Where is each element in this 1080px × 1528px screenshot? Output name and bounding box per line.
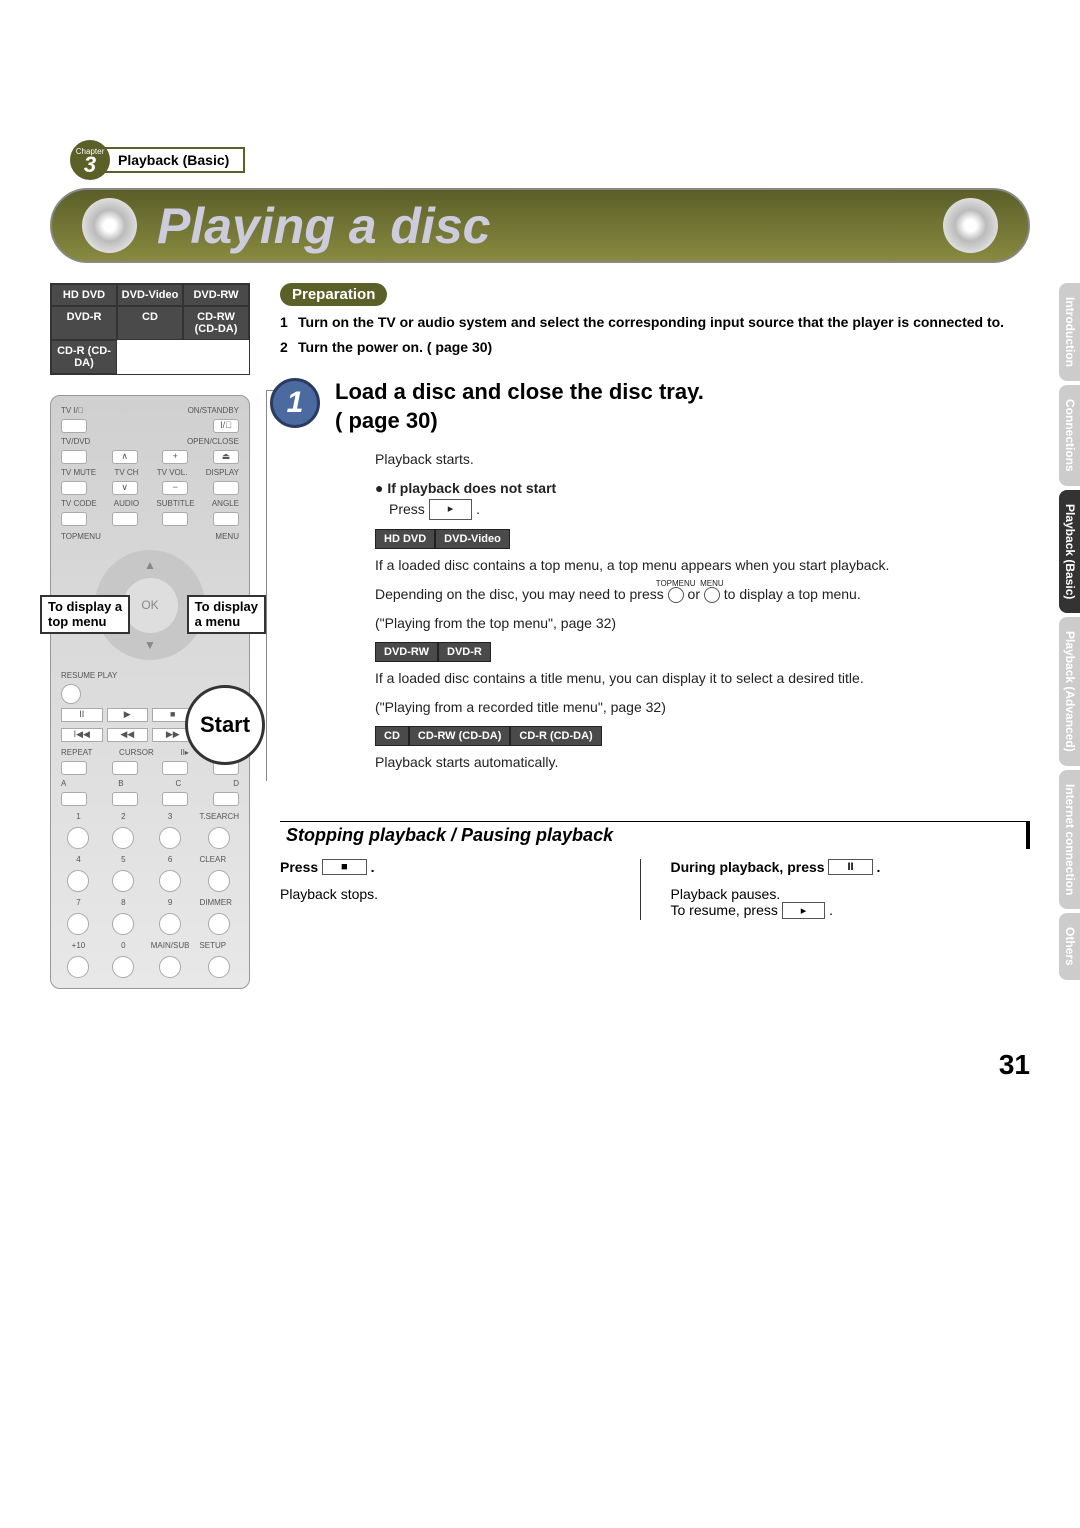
- power-icon: I/󰀁: [213, 419, 239, 433]
- block-a-p1: If a loaded disc contains a top menu, a …: [375, 555, 1030, 576]
- step-1: 1 Load a disc and close the disc tray. (…: [280, 378, 1030, 781]
- block-a-p3: ("Playing from the top menu", page 32): [375, 613, 1030, 634]
- disc-type-dvdvideo: DVD-Video: [117, 284, 183, 306]
- stop-body: Playback stops.: [280, 886, 630, 902]
- pause-head: During playback, press II .: [671, 859, 1021, 876]
- rew-icon: ◀◀: [107, 728, 149, 742]
- disc-icon: [943, 198, 998, 253]
- callout-start: Start: [185, 685, 265, 765]
- eject-icon: ⏏: [213, 450, 239, 464]
- pause-icon: II: [61, 708, 103, 722]
- block-b-p2: ("Playing from a recorded title menu", p…: [375, 697, 1030, 718]
- play-key-icon: ▸: [782, 902, 826, 919]
- step-title: Load a disc and close the disc tray. ( p…: [335, 378, 1030, 435]
- stop-key-icon: ■: [322, 859, 367, 875]
- page-title: Playing a disc: [157, 197, 490, 255]
- ok-button: OK: [123, 578, 178, 633]
- if-not-start-text: Press ▸ .: [375, 499, 1030, 521]
- tab-playback-advanced: Playback (Advanced): [1059, 617, 1080, 766]
- stop-pause-heading: Stopping playback / Pausing playback: [280, 821, 1030, 849]
- disc-type-cdrw: CD-RW (CD-DA): [183, 306, 249, 340]
- supported-disc-grid: HD DVD DVD-Video DVD-RW DVD-R CD CD-RW (…: [50, 283, 250, 375]
- prep-item-2: Turn the power on. ( page 30): [298, 337, 492, 358]
- chapter-ribbon: Chapter 3 Playback (Basic): [70, 140, 1030, 180]
- play-icon: ▶: [107, 708, 149, 722]
- side-tabs: Introduction Connections Playback (Basic…: [1059, 283, 1080, 980]
- disc-type-dvdr: DVD-R: [51, 306, 117, 340]
- tab-introduction: Introduction: [1059, 283, 1080, 381]
- remote-diagram: TV I/󰀁ON/STANDBY I/󰀁 TV/DVDOPEN/CLOSE ∧+…: [50, 395, 250, 989]
- stop-pause-section: Press ■ . Playback stops. During playbac…: [280, 859, 1030, 920]
- block-b-p1: If a loaded disc contains a title menu, …: [375, 668, 1030, 689]
- chapter-number-badge: Chapter 3: [70, 140, 110, 180]
- page-number: 31: [50, 1049, 1030, 1081]
- tab-playback-basic: Playback (Basic): [1059, 490, 1080, 613]
- pause-body1: Playback pauses.: [671, 886, 1021, 902]
- disc-type-hddvd: HD DVD: [51, 284, 117, 306]
- menu-button-icon: [704, 587, 720, 603]
- preparation-list: 1Turn on the TV or audio system and sele…: [280, 312, 1030, 358]
- tab-others: Others: [1059, 913, 1080, 980]
- prev-icon: I◀◀: [61, 728, 103, 742]
- disc-type-cdr: CD-R (CD-DA): [51, 340, 117, 374]
- page-title-bar: Playing a disc: [50, 188, 1030, 263]
- pause-key-icon: II: [828, 859, 872, 875]
- format-tags-a: HD DVD DVD-Video: [375, 529, 1030, 549]
- playback-starts-text: Playback starts.: [375, 449, 1030, 470]
- format-tags-b: DVD-RW DVD-R: [375, 642, 1030, 662]
- disc-type-dvdrw: DVD-RW: [183, 284, 249, 306]
- pause-body2: To resume, press ▸ .: [671, 902, 1021, 920]
- block-a-p2: Depending on the disc, you may need to p…: [375, 584, 1030, 605]
- if-not-start-head: If playback does not start: [387, 480, 556, 496]
- disc-icon: [82, 198, 137, 253]
- preparation-heading: Preparation: [280, 283, 387, 306]
- tab-connections: Connections: [1059, 385, 1080, 486]
- callout-menu: To display a menu: [187, 595, 266, 634]
- prep-item-1: Turn on the TV or audio system and selec…: [298, 312, 1004, 333]
- topmenu-button-icon: [668, 587, 684, 603]
- chapter-number: 3: [84, 156, 96, 174]
- down-arrow-icon: ▼: [144, 638, 156, 652]
- step-number-badge: 1: [270, 378, 320, 428]
- up-arrow-icon: ▲: [144, 558, 156, 572]
- disc-type-cd: CD: [117, 306, 183, 340]
- callout-topmenu: To display a top menu: [40, 595, 130, 634]
- block-c-p1: Playback starts automatically.: [375, 752, 1030, 773]
- play-key-icon: ▸: [429, 499, 473, 520]
- stop-head: Press ■ .: [280, 859, 630, 876]
- chapter-section-label: Playback (Basic): [92, 147, 245, 173]
- tab-internet: Internet connection: [1059, 770, 1080, 909]
- format-tags-c: CD CD-RW (CD-DA) CD-R (CD-DA): [375, 726, 1030, 746]
